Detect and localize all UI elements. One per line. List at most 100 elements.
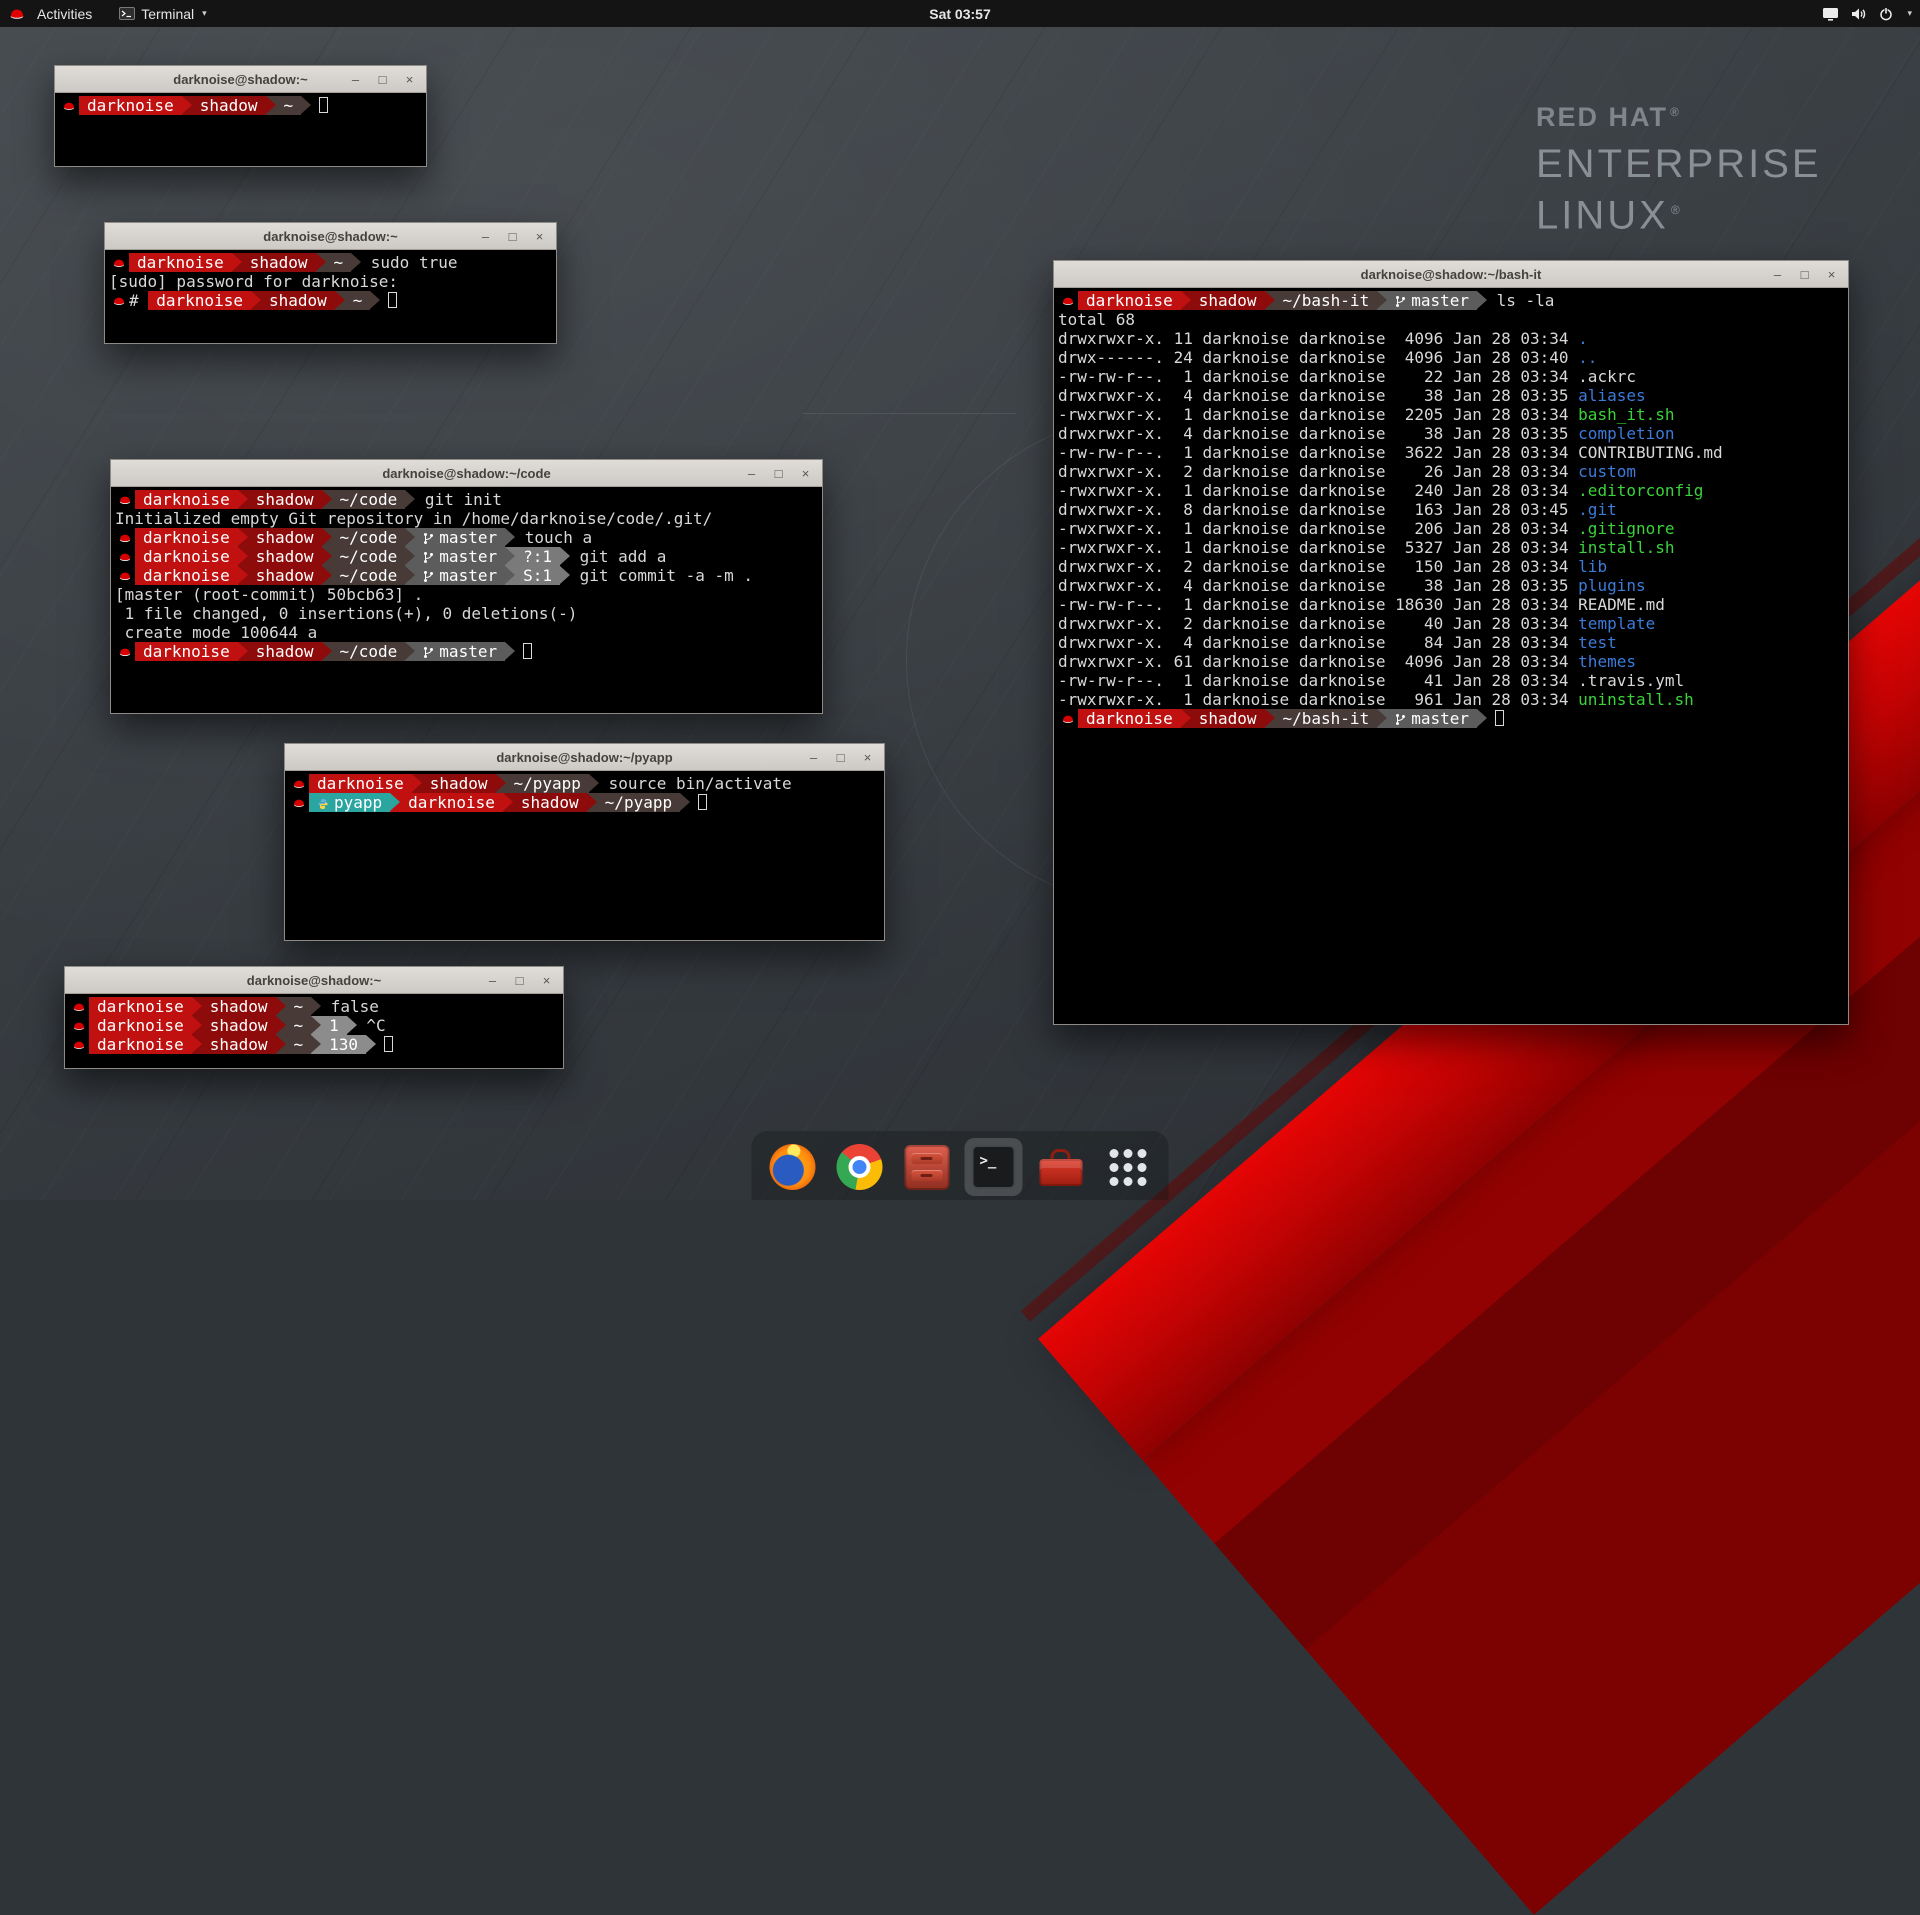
exit-code-segment: 1: [321, 1016, 347, 1035]
terminal-text: Initialized empty Git repository in /hom…: [115, 509, 712, 528]
dock-chrome-button[interactable]: [831, 1138, 889, 1196]
prompt-user-segment: darknoise: [148, 291, 251, 310]
clock[interactable]: Sat 03:57: [0, 6, 1920, 22]
red-hat-prompt-icon: [59, 96, 79, 115]
titlebar[interactable]: darknoise@shadow:~ – □ ×: [65, 967, 563, 994]
terminal-line: darknoiseshadow~130: [69, 1035, 563, 1054]
terminal-line: -rw-rw-r--. 1 darknoise darknoise 41 Jan…: [1058, 671, 1848, 690]
powerline-separator: [1265, 291, 1275, 310]
chrome-icon: [837, 1144, 883, 1190]
terminal-cursor: [523, 643, 532, 659]
app-menu-terminal[interactable]: Terminal ▾: [119, 6, 206, 22]
prompt-path-segment: ~/code: [332, 490, 406, 509]
maximize-button[interactable]: □: [512, 968, 527, 993]
powerline-separator: [1265, 709, 1275, 728]
terminal-line: darknoiseshadow~ false: [69, 997, 563, 1016]
terminal-line: pyappdarknoiseshadow~/pyapp: [289, 793, 884, 812]
terminal-text: [master (root-commit) 50bcb63] .: [115, 585, 423, 604]
powerline-separator: [251, 291, 261, 310]
titlebar[interactable]: darknoise@shadow:~/pyapp – □ ×: [285, 744, 884, 771]
terminal-line: darknoiseshadow~/codemaster: [115, 642, 822, 661]
terminal-text: create mode 100644 a: [115, 623, 317, 642]
terminal-line: Initialized empty Git repository in /hom…: [115, 509, 822, 528]
prompt-host-segment: shadow: [261, 291, 335, 310]
toolbox-handle: [1051, 1149, 1071, 1159]
titlebar[interactable]: darknoise@shadow:~/bash-it – □ ×: [1054, 261, 1848, 288]
powerline-separator: [322, 642, 332, 661]
dir-filename: template: [1578, 614, 1655, 633]
close-button[interactable]: ×: [402, 67, 417, 92]
terminal-text: drwxrwxr-x. 8 darknoise darknoise 163 Ja…: [1058, 500, 1578, 519]
minimize-button[interactable]: –: [478, 224, 493, 249]
prompt-path-segment: ~/code: [332, 566, 406, 585]
terminal-line: -rwxrwxr-x. 1 darknoise darknoise 206 Ja…: [1058, 519, 1848, 538]
dock-app-grid-button[interactable]: [1099, 1138, 1157, 1196]
prompt-user-segment: darknoise: [135, 566, 238, 585]
terminal-window-exit-codes: darknoise@shadow:~ – □ × darknoiseshadow…: [64, 966, 564, 1069]
dock-firefox-button[interactable]: [764, 1138, 822, 1196]
terminal-content[interactable]: darknoiseshadow~/bash-itmaster ls -latot…: [1054, 288, 1848, 1024]
terminal-content[interactable]: darknoiseshadow~/code git initInitialize…: [111, 487, 822, 713]
maximize-button[interactable]: □: [771, 461, 786, 486]
prompt-path-segment: ~/bash-it: [1275, 709, 1378, 728]
minimize-button[interactable]: –: [348, 67, 363, 92]
terminal-line: darknoiseshadow~/pyapp source bin/activa…: [289, 774, 884, 793]
activities-button[interactable]: Activities: [33, 6, 96, 22]
terminal-content[interactable]: darknoiseshadow~/pyapp source bin/activa…: [285, 771, 884, 940]
close-button[interactable]: ×: [798, 461, 813, 486]
terminal-line: -rw-rw-r--. 1 darknoise darknoise 18630 …: [1058, 595, 1848, 614]
maximize-button[interactable]: □: [1797, 262, 1812, 287]
powerline-separator: [347, 1016, 357, 1035]
powerline-separator: [587, 793, 597, 812]
maximize-button[interactable]: □: [375, 67, 390, 92]
red-hat-prompt-icon: [69, 1035, 89, 1054]
dock-toolbox-button[interactable]: [1032, 1138, 1090, 1196]
terminal-text: sudo true: [361, 253, 457, 272]
powerline-separator: [316, 253, 326, 272]
dock-terminal-button[interactable]: >_: [965, 1138, 1023, 1196]
terminal-line: darknoiseshadow~/codemaster?:1 git add a: [115, 547, 822, 566]
dir-filename: completion: [1578, 424, 1674, 443]
chevron-down-icon: ▾: [202, 8, 207, 19]
titlebar[interactable]: darknoise@shadow:~ – □ ×: [105, 223, 556, 250]
close-button[interactable]: ×: [860, 745, 875, 770]
terminal-content[interactable]: darknoiseshadow~ sudo true[sudo] passwor…: [105, 250, 556, 343]
powerline-separator: [589, 774, 599, 793]
app-menu-label: Terminal: [141, 6, 194, 22]
red-hat-prompt-icon: [115, 642, 135, 661]
close-button[interactable]: ×: [539, 968, 554, 993]
powerline-separator: [276, 997, 286, 1016]
terminal-line: drwxrwxr-x. 4 darknoise darknoise 38 Jan…: [1058, 424, 1848, 443]
system-status-area[interactable]: ▾: [1822, 0, 1912, 27]
terminal-text: -rwxrwxr-x. 1 darknoise darknoise 961 Ja…: [1058, 690, 1578, 709]
prompt-host-segment: shadow: [513, 793, 587, 812]
prompt-host-segment: shadow: [422, 774, 496, 793]
powerline-separator: [680, 793, 690, 812]
prompt-user-segment: darknoise: [1078, 291, 1181, 310]
dock-file-cabinet-button[interactable]: [898, 1138, 956, 1196]
powerline-separator: [322, 547, 332, 566]
power-icon: [1879, 7, 1893, 21]
close-button[interactable]: ×: [1824, 262, 1839, 287]
titlebar[interactable]: darknoise@shadow:~ – □ ×: [55, 66, 426, 93]
close-button[interactable]: ×: [532, 224, 547, 249]
titlebar[interactable]: darknoise@shadow:~/code – □ ×: [111, 460, 822, 487]
prompt-user-segment: darknoise: [129, 253, 232, 272]
red-hat-prompt-icon: [115, 547, 135, 566]
minimize-button[interactable]: –: [744, 461, 759, 486]
terminal-content[interactable]: darknoiseshadow~: [55, 93, 426, 166]
terminal-line: drwxrwxr-x. 8 darknoise darknoise 163 Ja…: [1058, 500, 1848, 519]
terminal-text: total 68: [1058, 310, 1135, 329]
maximize-button[interactable]: □: [505, 224, 520, 249]
minimize-button[interactable]: –: [806, 745, 821, 770]
powerline-separator: [335, 291, 345, 310]
terminal-line: darknoiseshadow~/bash-itmaster: [1058, 709, 1848, 728]
minimize-button[interactable]: –: [1770, 262, 1785, 287]
minimize-button[interactable]: –: [485, 968, 500, 993]
powerline-separator: [238, 566, 248, 585]
powerline-separator: [505, 528, 515, 547]
maximize-button[interactable]: □: [833, 745, 848, 770]
terminal-content[interactable]: darknoiseshadow~ falsedarknoiseshadow~1 …: [65, 994, 563, 1068]
powerline-separator: [351, 253, 361, 272]
terminal-cursor: [388, 292, 397, 308]
